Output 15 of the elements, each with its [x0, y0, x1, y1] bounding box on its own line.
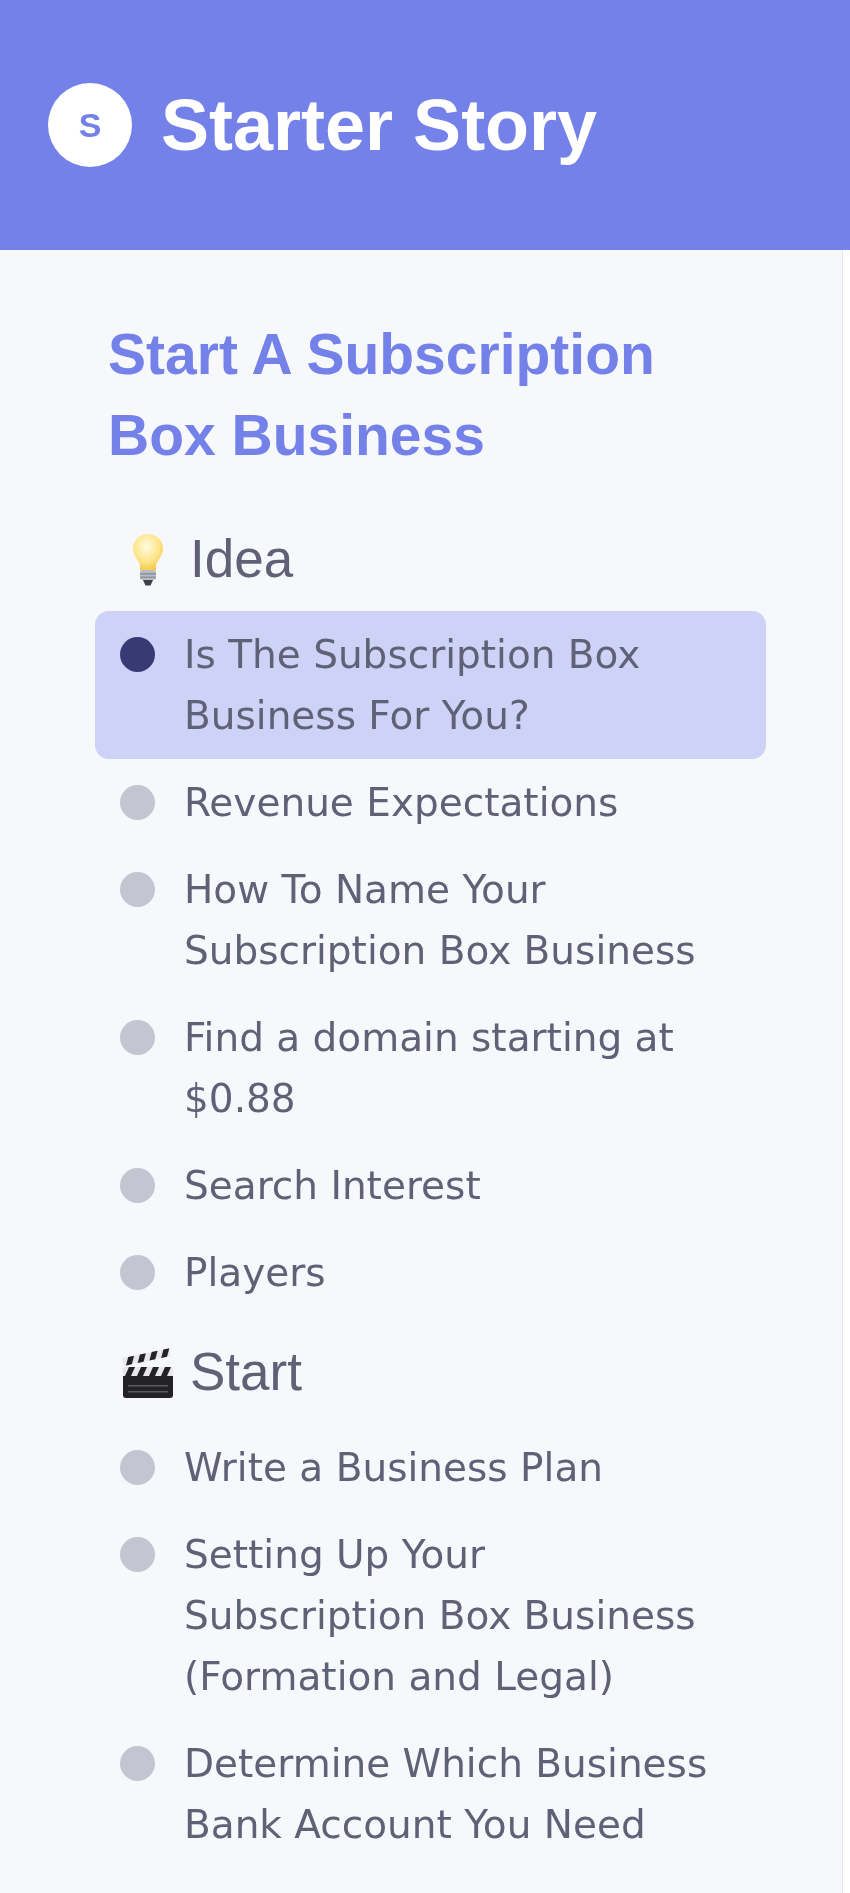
logo[interactable]: S — [48, 83, 132, 167]
nav-item[interactable]: Revenue Expectations — [95, 759, 766, 846]
section-heading: Idea — [190, 529, 294, 589]
nav-item[interactable]: Search Interest — [95, 1142, 766, 1229]
guide-title: Start A Subscription Box Business — [108, 321, 656, 469]
nav-item[interactable]: Find a domain starting at $0.88 — [95, 994, 766, 1142]
section-heading: Start — [190, 1342, 302, 1402]
nav-item[interactable]: How To Name Your Subscription Box Business — [95, 846, 766, 994]
lightbulb-icon — [131, 532, 164, 586]
nav-item[interactable]: Setting Up Your Subscription Box Business (Formation and Legal) — [95, 1511, 766, 1720]
nav-item[interactable]: Is The Subscription Box Business For You? — [95, 611, 766, 759]
nav-item[interactable]: Players — [95, 1229, 766, 1316]
nav-item[interactable]: Determine Which Business Bank Account You Need — [95, 1720, 766, 1868]
nav-item[interactable]: Write a Business Plan — [95, 1424, 766, 1511]
clapperboard-icon — [120, 1345, 175, 1399]
